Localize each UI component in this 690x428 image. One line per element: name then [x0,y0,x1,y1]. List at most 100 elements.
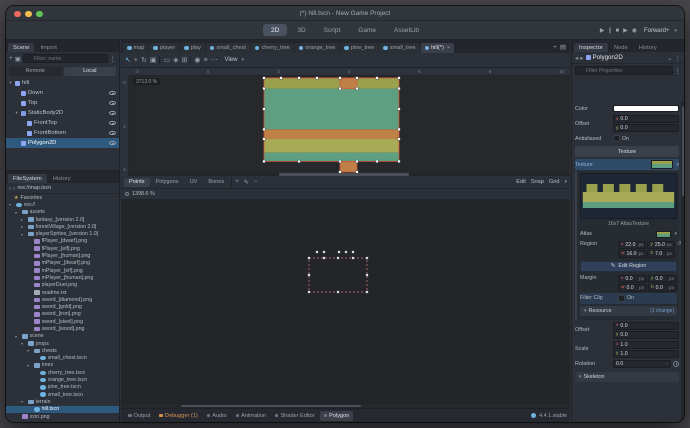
region-w-field[interactable]: w16.0px [618,250,646,258]
uv-canvas[interactable] [121,200,570,403]
scene-dock-tab[interactable]: Scene [8,43,34,52]
bottom-panel-tab[interactable]: Polygon [320,411,354,421]
antialiased-checkbox[interactable] [613,135,620,142]
offset-x-field[interactable]: x0.0 [613,115,679,123]
file-row[interactable]: ★ Favorites [6,194,119,201]
minimize-window-icon[interactable] [25,11,32,18]
tool-icon[interactable] [190,56,191,65]
add-node-icon[interactable]: + [9,55,13,62]
margin-y-field[interactable]: y0.0px [648,275,677,283]
file-row[interactable]: mPlayer_[human].png [6,274,119,281]
vertex-handle[interactable] [398,128,401,131]
filesystem-dock-tab[interactable]: History [48,174,76,183]
more-tools-icon[interactable]: ⋯ [211,57,218,64]
file-row[interactable]: mPlayer_[elf].png [6,267,119,274]
rotate-tool-icon[interactable]: ↻ [141,57,147,64]
scene-tab[interactable]: small_chest [206,43,250,53]
scene-tree-row[interactable]: FrontBottom [6,128,119,138]
scene-tree-row[interactable]: Top [6,98,119,108]
zoom-badge[interactable]: 3713.0 % [133,78,160,85]
select-tool-icon[interactable]: ↖ [125,57,131,64]
instance-scene-icon[interactable]: ▣ [15,55,21,63]
viewport-hscrollbar[interactable] [129,173,570,177]
file-row[interactable]: ▾ chests [6,347,119,354]
collapse-icon[interactable]: ⌄ [667,54,672,62]
scene-filter-input[interactable] [23,54,108,63]
texture-category[interactable]: Texture [575,146,679,157]
expand-arrow-icon[interactable]: ▾ [20,232,24,237]
resource-changes[interactable]: (1 change) [650,308,674,314]
edit-menu[interactable]: Edit [516,179,526,185]
rotation-dial-icon[interactable] [673,361,679,367]
scene-tab[interactable]: play [180,43,205,53]
texture-offset-x-field[interactable]: x0.0 [613,322,679,330]
texture-thumbnail[interactable] [651,160,673,169]
nav-forward-icon[interactable]: › [13,185,15,192]
workspace-tab[interactable]: 2D [263,24,287,36]
rotation-field[interactable]: 0.0 ° [613,360,671,368]
file-row[interactable]: ▾ playerSprites_[version 1.0] [6,230,119,237]
visibility-icon[interactable] [109,131,116,136]
vertex-handle[interactable] [308,274,310,276]
more-icon[interactable]: ⋮ [110,55,117,63]
offset-y-field[interactable]: y0.0 [613,124,679,132]
vertex-handle[interactable] [308,257,310,259]
visibility-icon[interactable] [109,141,116,146]
vertex-handle[interactable] [337,291,339,293]
grid-snap-icon[interactable]: ⊞ [181,57,187,64]
expand-arrow-icon[interactable]: ▸ [20,217,24,222]
expand-arrow-icon[interactable]: ▾ [14,334,18,339]
bottom-panel-tab[interactable]: Debugger (1) [155,411,201,421]
file-row[interactable]: ▾ res:// [6,201,119,208]
resource-section[interactable]: ▾ Resource (1 change) [580,306,677,316]
workspace-tab[interactable]: 3D [289,24,313,36]
file-row[interactable]: playerDuel.png [6,282,119,289]
more-icon[interactable]: ⋮ [675,54,682,62]
vertex-handle[interactable] [263,138,266,141]
vertex-handle[interactable] [398,108,401,111]
vertex-handle[interactable] [398,138,401,141]
uv-hscrollbar[interactable] [121,403,570,408]
history-forward-icon[interactable]: ▸ [580,54,583,62]
vertex-handle[interactable] [263,160,266,163]
margin-h-field[interactable]: h0.0px [648,284,677,292]
expand-arrow-icon[interactable]: ▾ [20,399,24,404]
vertex-handle[interactable] [263,128,266,131]
vertex-handle[interactable] [323,257,325,259]
move-tool-icon[interactable]: + [134,57,138,64]
view-menu[interactable]: View [225,57,238,63]
bottom-panel-tab[interactable]: Audio [203,411,231,421]
vertex-handle[interactable] [376,160,379,163]
scene-tab[interactable]: orange_tree [295,43,340,53]
pause-icon[interactable]: ∥ [608,28,611,34]
vertex-handle[interactable] [263,87,266,90]
file-row[interactable]: ▾ terrain [6,398,119,405]
history-back-icon[interactable]: ◂ [575,54,578,62]
file-row[interactable]: ▾ assets [6,209,119,216]
new-scene-tab-button[interactable]: + [553,44,557,51]
scene-tab[interactable]: cherry_tree [251,43,294,53]
snap-menu[interactable]: Snap [531,179,544,185]
vertex-handle[interactable] [352,251,354,253]
vertex-handle[interactable] [339,87,342,90]
file-row[interactable]: ▾ props [6,340,119,347]
texture-offset-y-field[interactable]: y0.0 [613,331,679,339]
vertex-handle[interactable] [316,77,319,80]
expand-arrow-icon[interactable]: ▾ [14,210,18,215]
polygon-mode-tab[interactable]: Bones [203,178,229,187]
scene-dock-tab[interactable]: Import [35,43,61,52]
scene-view-toggle[interactable]: Remote [9,67,62,76]
play-scene-icon[interactable]: ▶ [623,28,628,34]
texture-scale-x-field[interactable]: x1.0 [613,341,679,349]
filesystem-dock-tab[interactable]: FileSystem [8,174,47,183]
margin-w-field[interactable]: w0.0px [618,284,647,292]
file-row[interactable]: sword_[diamond].png [6,296,119,303]
pivot-icon[interactable]: ◉ [194,57,200,64]
expand-arrow-icon[interactable]: ▸ [20,224,24,229]
bottom-panel-tab[interactable]: Animation [232,411,270,421]
workspace-tab[interactable]: AssetLib [386,24,427,36]
inspector-dock-tab[interactable]: Inspector [574,43,608,52]
vertex-handle[interactable] [356,160,359,163]
vertex-handle[interactable] [366,291,368,293]
vertex-handle[interactable] [398,77,401,80]
